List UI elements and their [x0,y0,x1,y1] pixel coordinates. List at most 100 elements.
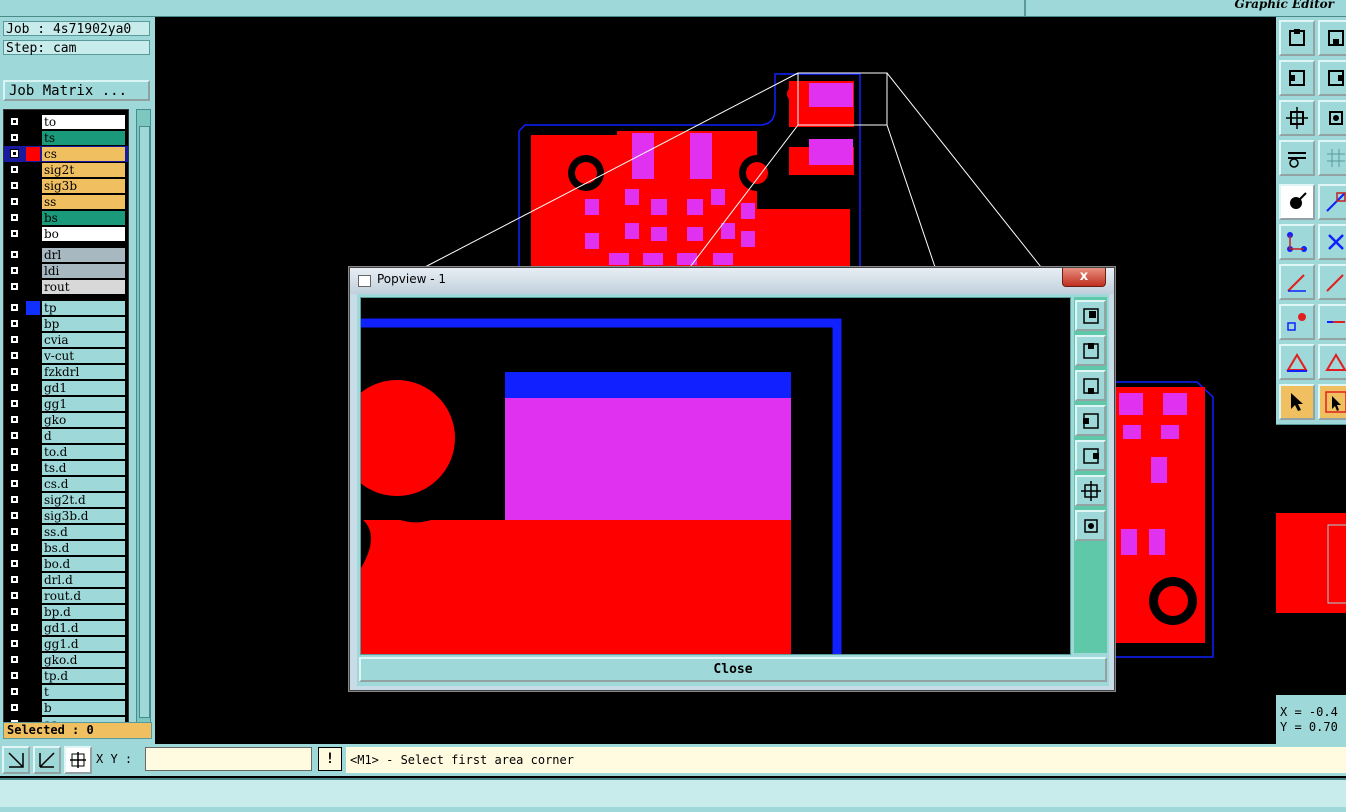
layer-name[interactable]: bs.d [42,541,125,555]
layer-checkbox[interactable] [10,181,19,190]
zoom-center-button[interactable] [1318,100,1346,136]
xy-input[interactable] [145,747,312,771]
select-pointer-button[interactable] [1279,384,1315,420]
layer-row-sig2t.d[interactable]: sig2t.d [4,492,128,508]
layer-checkbox[interactable] [10,671,19,680]
layer-checkbox[interactable] [10,133,19,142]
layer-row-ss.d[interactable]: ss.d [4,524,128,540]
layer-checkbox[interactable] [10,655,19,664]
layer-name[interactable]: gg1 [42,397,125,411]
layer-row-ts.d[interactable]: ts.d [4,460,128,476]
layer-name[interactable]: fzkdrl [42,365,125,379]
layer-name[interactable]: sig2t.d [42,493,125,507]
layer-row-gd1[interactable]: gd1 [4,380,128,396]
display-settings-button[interactable] [1279,140,1315,176]
layer-row-v-cut[interactable]: v-cut [4,348,128,364]
popview-zoom-in-icon[interactable] [1075,300,1106,331]
layer-name[interactable]: rout.d [42,589,125,603]
layer-checkbox[interactable] [10,250,19,259]
layer-row-cs[interactable]: cs [4,146,128,162]
layer-row-fzkdrl[interactable]: fzkdrl [4,364,128,380]
message-alert-button[interactable]: ! [318,747,342,771]
layer-checkbox[interactable] [10,399,19,408]
measure-mode-icon[interactable] [33,746,61,774]
layer-row-ss[interactable]: ss [4,194,128,210]
draw-line-button[interactable] [1279,264,1315,300]
layer-name[interactable]: b [42,701,125,715]
layer-name[interactable]: cs [42,147,125,161]
popview-pan-up-icon[interactable] [1075,335,1106,366]
snap-triangle-button[interactable] [1279,344,1315,380]
layer-name[interactable]: rout [42,280,125,294]
layer-checkbox[interactable] [10,639,19,648]
popview-titlebar[interactable]: Popview - 1 x [350,268,1114,294]
layer-name[interactable]: sig3b.d [42,509,125,523]
layer-name[interactable]: cvia [42,333,125,347]
layer-checkbox[interactable] [10,543,19,552]
layer-name[interactable]: v-cut [42,349,125,363]
layer-row-tp.d[interactable]: tp.d [4,668,128,684]
layer-checkbox[interactable] [10,415,19,424]
layer-checkbox[interactable] [10,575,19,584]
layer-name[interactable]: bo [42,227,125,241]
layer-name[interactable]: gko [42,413,125,427]
layer-checkbox[interactable] [10,447,19,456]
layer-row-sig2t[interactable]: sig2t [4,162,128,178]
delete-button[interactable] [1318,224,1346,260]
layer-checkbox[interactable] [10,591,19,600]
select-area-button[interactable] [1318,384,1346,420]
layer-checkbox[interactable] [10,703,19,712]
layer-row-gko.d[interactable]: gko.d [4,652,128,668]
snap-mode-icon[interactable] [2,746,30,774]
layer-checkbox[interactable] [10,463,19,472]
layer-row-ts[interactable]: ts [4,130,128,146]
layer-row-to.d[interactable]: to.d [4,444,128,460]
add-line-button[interactable] [1318,184,1346,220]
layer-name[interactable]: d [42,429,125,443]
job-matrix-button[interactable]: Job Matrix ... [3,80,150,101]
layer-checkbox[interactable] [10,351,19,360]
popview-pan-left-icon[interactable] [1075,405,1106,436]
layer-row-t[interactable]: t [4,684,128,700]
pan-up-button[interactable] [1318,20,1346,56]
layer-checkbox[interactable] [10,479,19,488]
popview-close-button[interactable]: Close [359,657,1107,682]
layer-name[interactable]: gd1 [42,381,125,395]
layer-checkbox[interactable] [10,367,19,376]
layer-row-bo.d[interactable]: bo.d [4,556,128,572]
layer-checkbox[interactable] [10,511,19,520]
layer-name[interactable]: ts [42,131,125,145]
layer-name[interactable]: bp.d [42,605,125,619]
layer-name[interactable]: tp [42,301,125,315]
layer-checkbox[interactable] [10,282,19,291]
layer-row-drl[interactable]: drl [4,247,128,263]
layer-row-bp.d[interactable]: bp.d [4,604,128,620]
layer-name[interactable]: tp.d [42,669,125,683]
window-close-button[interactable]: x [1062,268,1106,287]
layer-list-scrollbar[interactable] [136,109,151,733]
layer-name[interactable]: to [42,115,125,129]
layer-row-gd1.d[interactable]: gd1.d [4,620,128,636]
add-pad-button[interactable] [1279,184,1315,220]
layer-row-b[interactable]: b [4,700,128,716]
layer-name[interactable]: drl.d [42,573,125,587]
layer-row-tp[interactable]: tp [4,300,128,316]
layer-row-to[interactable]: to [4,114,128,130]
scrollbar-thumb[interactable] [139,126,150,718]
layer-name[interactable]: cs.d [42,477,125,491]
layer-name[interactable]: gko.d [42,653,125,667]
grid-toggle-button[interactable] [1318,140,1346,176]
overview-minimap[interactable] [1276,424,1346,695]
layer-checkbox[interactable] [10,117,19,126]
layer-row-drl.d[interactable]: drl.d [4,572,128,588]
layer-name[interactable]: gg1.d [42,637,125,651]
layer-checkbox[interactable] [10,607,19,616]
layer-row-gg1.d[interactable]: gg1.d [4,636,128,652]
layer-name[interactable]: ss.d [42,525,125,539]
layer-checkbox[interactable] [10,213,19,222]
layer-checkbox[interactable] [10,335,19,344]
layer-checkbox[interactable] [10,687,19,696]
layer-name[interactable]: bs [42,211,125,225]
layer-checkbox[interactable] [10,303,19,312]
popview-center-icon[interactable] [1075,510,1106,541]
